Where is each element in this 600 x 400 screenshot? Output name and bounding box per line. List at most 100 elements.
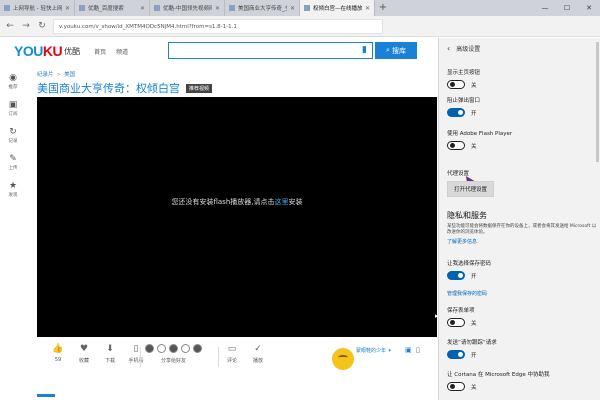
block-popups-toggle[interactable] bbox=[447, 108, 465, 117]
comment-button[interactable]: ▭ 评论 bbox=[221, 344, 243, 364]
setting-label: 使用 Adobe Flash Player bbox=[447, 131, 513, 137]
tab-3[interactable]: 优酷-中国领先视频网站,提供✕ bbox=[150, 0, 225, 16]
setting-show-home: 显示主页按钮 关 bbox=[447, 68, 597, 89]
sidebar-item-discover[interactable]: ★ 发现 bbox=[0, 176, 26, 203]
sidebar-item-upload[interactable]: ✎ 上传 bbox=[0, 149, 26, 176]
nav-home[interactable]: 首页 bbox=[94, 47, 106, 56]
share-weibo-icon[interactable] bbox=[145, 344, 154, 353]
download-button[interactable]: ⬇ 下载 bbox=[97, 344, 123, 364]
tab-5-active[interactable]: 权倾白宫—在线播放—✕ bbox=[300, 0, 375, 16]
close-tab-icon[interactable]: ✕ bbox=[140, 5, 145, 12]
sidebar-label: 记录 bbox=[8, 139, 18, 144]
privacy-description: 某些功能可能会将数据保存在你的设备上，或者会将其发送给 Microsoft 以改… bbox=[447, 224, 597, 235]
share-qzone-icon[interactable] bbox=[157, 344, 166, 353]
video-player[interactable]: 您还没有安装flash播放器,请点击这里安装 ▸ bbox=[37, 97, 438, 337]
setting-label: 阻止弹出窗口 bbox=[447, 98, 481, 104]
do-not-track-toggle[interactable] bbox=[447, 350, 465, 359]
star-icon: ★ bbox=[8, 181, 18, 191]
share-more-icon[interactable] bbox=[193, 344, 202, 353]
close-window-button[interactable]: ✕ bbox=[578, 0, 600, 16]
settings-panel: ‹ 高级设置 显示主页按钮 关 阻止弹出窗口 开 使用 Adobe Flash … bbox=[438, 38, 600, 400]
tab-4[interactable]: 美国商业大亨传奇_全集 - 腾✕ bbox=[225, 0, 300, 16]
upload-icon: ✎ bbox=[9, 154, 17, 164]
close-tab-icon[interactable]: ✕ bbox=[215, 5, 220, 12]
breadcrumb-separator: > bbox=[56, 72, 62, 78]
window-controls: — ☐ ✕ bbox=[534, 0, 600, 16]
tab-indicator bbox=[37, 394, 55, 397]
sidebar-item-subscribe[interactable]: ▣ 订阅 bbox=[0, 95, 26, 122]
address-bar[interactable]: v.youku.com/v_show/id_XMTM4ODc5NjM4.html… bbox=[53, 18, 383, 34]
flash-message-text-end: 安装 bbox=[288, 198, 303, 206]
share-group[interactable]: 分享给好友 bbox=[145, 344, 202, 364]
youku-logo[interactable]: YOUKU bbox=[14, 43, 63, 59]
logo-ku: KU bbox=[42, 43, 63, 59]
breadcrumb-item[interactable]: 美国 bbox=[64, 72, 75, 78]
setting-block-popups: 阻止弹出窗口 开 bbox=[447, 96, 597, 117]
nav-channel[interactable]: 频道 bbox=[116, 47, 128, 56]
logo-you: YOU bbox=[14, 43, 43, 59]
open-proxy-settings-button[interactable]: 打开代理设置 bbox=[447, 181, 495, 197]
flash-install-link[interactable]: 这里 bbox=[275, 198, 289, 206]
cortana-toggle[interactable] bbox=[447, 382, 465, 391]
phone-icon: ▯ bbox=[133, 344, 139, 354]
search-icon: ⌕ bbox=[386, 46, 390, 54]
setting-label: 发送“请勿跟踪”请求 bbox=[447, 340, 497, 346]
close-tab-icon[interactable]: ✕ bbox=[365, 5, 370, 12]
settings-header: ‹ 高级设置 bbox=[447, 44, 480, 53]
maximize-button[interactable]: ☐ bbox=[556, 0, 578, 16]
refresh-icon[interactable]: ↻ bbox=[37, 21, 47, 31]
tab-title: 上网导航 - 轻快上网 从这里 bbox=[13, 6, 62, 12]
setting-label: 显示主页按钮 bbox=[447, 70, 481, 76]
tab-1[interactable]: 上网导航 - 轻快上网 从这里✕ bbox=[0, 0, 75, 16]
manage-passwords-link[interactable]: 管理我保存的密码 bbox=[447, 290, 597, 297]
play-button[interactable]: ✓ 播放 bbox=[247, 344, 269, 364]
search-bars-icon[interactable]: ▮ bbox=[362, 45, 367, 55]
sidebar-item-recommend[interactable]: ◉ 推荐 bbox=[0, 68, 26, 95]
breadcrumb-item[interactable]: 纪录片 bbox=[37, 72, 54, 78]
flash-toggle[interactable] bbox=[447, 141, 465, 150]
settings-title: 高级设置 bbox=[456, 46, 481, 53]
tv-icon[interactable]: ▣ bbox=[405, 346, 412, 354]
search-button[interactable]: ⌕ 搜库 bbox=[375, 42, 417, 59]
favorite-label: 收藏 bbox=[78, 358, 89, 364]
show-home-toggle[interactable] bbox=[447, 80, 465, 89]
setting-flash: 使用 Adobe Flash Player 关 bbox=[447, 129, 597, 150]
like-count: 59 bbox=[54, 357, 62, 363]
save-passwords-toggle[interactable] bbox=[447, 271, 465, 280]
toggle-state: 开 bbox=[471, 273, 477, 280]
action-divider bbox=[140, 347, 141, 367]
favorite-button[interactable]: ♥ 收藏 bbox=[71, 344, 97, 364]
back-arrow-icon[interactable]: ← bbox=[5, 21, 15, 31]
navigation-bar: ← → ↻ v.youku.com/v_show/id_XMTM4ODc5NjM… bbox=[0, 16, 600, 37]
setting-label: 让 Cortana 在 Microsoft Edge 中协助我 bbox=[447, 372, 550, 378]
back-icon[interactable]: ‹ bbox=[447, 44, 450, 53]
minimize-button[interactable]: — bbox=[534, 0, 556, 16]
checkmark-icon: ✓ bbox=[254, 344, 262, 354]
learn-more-link[interactable]: 了解更多信息 bbox=[447, 238, 597, 245]
search-input[interactable]: ▮ bbox=[168, 42, 373, 59]
privacy-section: 隐私和服务 某些功能可能会将数据保存在你的设备上，或者会将其发送给 Micros… bbox=[447, 210, 597, 245]
save-forms-toggle[interactable] bbox=[447, 318, 465, 327]
mobile-icon[interactable]: ▯ bbox=[416, 346, 420, 354]
video-badge[interactable]: 推荐视频 bbox=[186, 83, 213, 93]
download-label: 下载 bbox=[104, 358, 115, 364]
tab-2[interactable]: 优酷_百度搜索 ✕ bbox=[75, 0, 150, 16]
promo-banner[interactable]: 蒙眼鞋的少年 ✦ ▣ ▯ bbox=[330, 344, 430, 372]
share-wechat-icon[interactable] bbox=[169, 344, 178, 353]
action-divider bbox=[218, 347, 219, 367]
close-tab-icon[interactable]: ✕ bbox=[65, 5, 70, 12]
share-qq-icon[interactable] bbox=[181, 344, 190, 353]
manage-passwords: 管理我保存的密码 bbox=[447, 288, 597, 297]
close-tab-icon[interactable]: ✕ bbox=[290, 5, 295, 12]
forward-arrow-icon[interactable]: → bbox=[21, 21, 31, 31]
like-button[interactable]: 👍 59 bbox=[45, 344, 71, 364]
toggle-state: 开 bbox=[471, 110, 477, 117]
thumbs-up-icon: 👍 bbox=[52, 344, 64, 354]
sidebar-item-history[interactable]: ↻ 记录 bbox=[0, 122, 26, 149]
setting-save-forms: 保存表单项 关 bbox=[447, 306, 597, 327]
tab-title: 美国商业大亨传奇_全集 - 腾 bbox=[238, 6, 287, 12]
comment-label: 评论 bbox=[226, 358, 237, 364]
share-label: 分享给好友 bbox=[160, 358, 186, 364]
comment-icon: ▭ bbox=[227, 344, 237, 354]
new-tab-button[interactable]: + bbox=[375, 0, 391, 16]
